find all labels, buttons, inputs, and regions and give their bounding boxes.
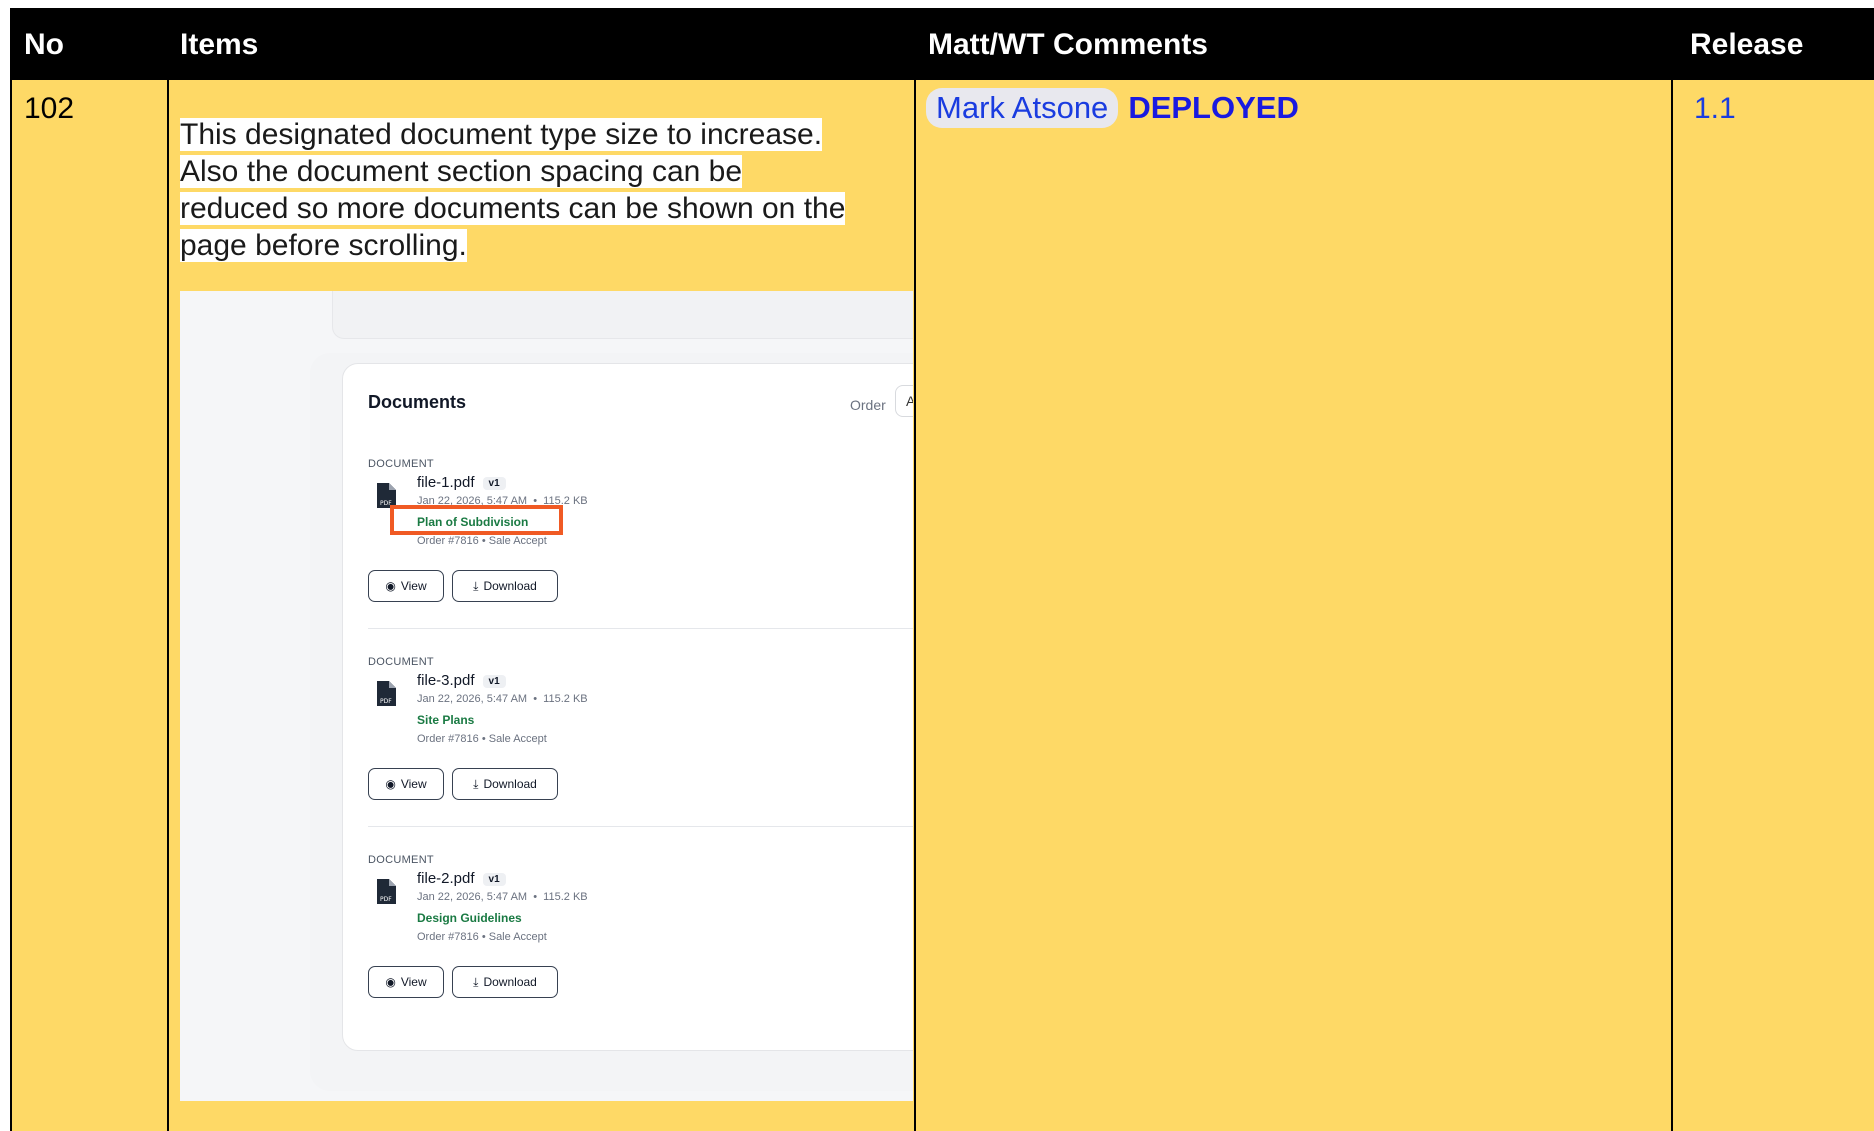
view-button[interactable]: ◉ View bbox=[368, 570, 444, 602]
embedded-screenshot: Documents Order A DOCUMENT PDF file-1.pd… bbox=[180, 291, 913, 1101]
description-line: This designated document type size to in… bbox=[180, 118, 823, 151]
description-line: reduced so more documents can be shown o… bbox=[180, 192, 846, 225]
row-number: 102 bbox=[24, 92, 75, 125]
divider bbox=[368, 826, 913, 827]
order-select[interactable]: A bbox=[895, 385, 913, 417]
file-name: file-3.pdf v1 bbox=[417, 672, 506, 689]
order-label: Order bbox=[850, 397, 886, 413]
table-header: No Items Matt/WT Comments Release bbox=[10, 8, 1874, 80]
document-item: DOCUMENT PDF file-2.pdf v1 Jan 22, 2026, … bbox=[368, 854, 913, 1046]
header-release: Release bbox=[1690, 28, 1804, 61]
version-badge: v1 bbox=[482, 872, 506, 886]
download-icon: ⤓ bbox=[473, 974, 479, 989]
documents-card: Documents Order A DOCUMENT PDF file-1.pd… bbox=[342, 363, 913, 1051]
row-content: 102 This designated document type size t… bbox=[10, 80, 1874, 1131]
eye-icon: ◉ bbox=[385, 579, 396, 593]
header-no: No bbox=[24, 28, 64, 61]
download-icon: ⤓ bbox=[473, 776, 479, 791]
pdf-file-icon: PDF bbox=[377, 879, 396, 904]
highlight-box bbox=[390, 505, 563, 535]
item-description: This designated document type size to in… bbox=[180, 116, 910, 264]
user-mention-chip[interactable]: Mark Atsone bbox=[926, 88, 1119, 128]
status-label: DEPLOYED bbox=[1128, 90, 1299, 125]
description-line: Also the document section spacing can be bbox=[180, 155, 743, 188]
eye-icon: ◉ bbox=[385, 777, 396, 791]
version-badge: v1 bbox=[482, 674, 506, 688]
document-order: Order #7816 • Sale Accept bbox=[417, 733, 547, 745]
document-order: Order #7816 • Sale Accept bbox=[417, 931, 547, 943]
header-items: Items bbox=[180, 28, 259, 61]
release-link[interactable]: 1.1 bbox=[1694, 92, 1736, 126]
document-type: Site Plans bbox=[417, 713, 475, 727]
document-label: DOCUMENT bbox=[368, 656, 434, 668]
document-order: Order #7816 • Sale Accept bbox=[417, 535, 547, 547]
file-meta: Jan 22, 2026, 5:47 AM • 115.2 KB bbox=[417, 891, 588, 903]
download-button[interactable]: ⤓ Download bbox=[452, 966, 558, 998]
file-name: file-2.pdf v1 bbox=[417, 870, 506, 887]
description-line: page before scrolling. bbox=[180, 229, 467, 262]
svg-text:PDF: PDF bbox=[380, 698, 392, 705]
divider bbox=[368, 628, 913, 629]
documents-title: Documents bbox=[368, 392, 467, 412]
eye-icon: ◉ bbox=[385, 975, 396, 989]
version-badge: v1 bbox=[482, 476, 506, 490]
download-button[interactable]: ⤓ Download bbox=[452, 768, 558, 800]
view-button[interactable]: ◉ View bbox=[368, 768, 444, 800]
file-name: file-1.pdf v1 bbox=[417, 474, 506, 491]
document-item: DOCUMENT PDF file-3.pdf v1 Jan 22, 2026, … bbox=[368, 656, 913, 848]
document-item: DOCUMENT PDF file-1.pdf v1 Jan 22, 2026, … bbox=[368, 458, 913, 650]
view-button[interactable]: ◉ View bbox=[368, 966, 444, 998]
download-button[interactable]: ⤓ Download bbox=[452, 570, 558, 602]
previous-card bbox=[332, 291, 913, 339]
download-icon: ⤓ bbox=[473, 578, 479, 593]
document-label: DOCUMENT bbox=[368, 458, 434, 470]
file-meta: Jan 22, 2026, 5:47 AM • 115.2 KB bbox=[417, 693, 588, 705]
comment: Mark Atsone DEPLOYED bbox=[926, 88, 1299, 128]
pdf-file-icon: PDF bbox=[377, 681, 396, 706]
svg-text:PDF: PDF bbox=[380, 896, 392, 903]
review-table: No Items Matt/WT Comments Release 102 Th… bbox=[10, 8, 1874, 1131]
document-label: DOCUMENT bbox=[368, 854, 434, 866]
header-comments: Matt/WT Comments bbox=[928, 28, 1208, 61]
document-type: Design Guidelines bbox=[417, 911, 522, 925]
